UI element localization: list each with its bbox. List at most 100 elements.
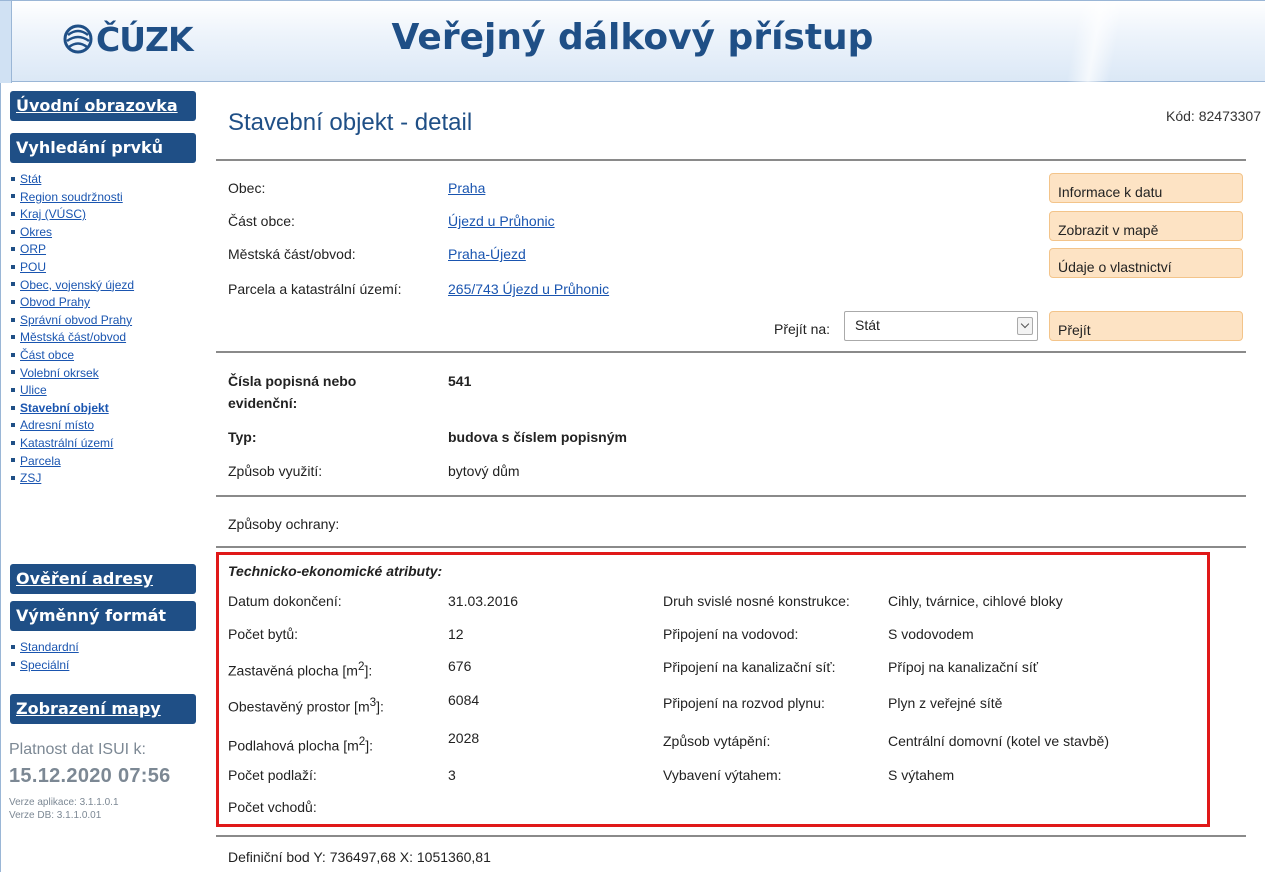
sidebar-item-cast-obce[interactable]: Část obce [11,347,134,365]
bullet-icon [11,387,15,392]
exchange-items-list: Standardní Speciální [11,639,79,674]
main-content: Stavební objekt - detail Kód: 82473307 O… [216,83,1265,872]
completion-label: Datum dokončení: [228,593,342,609]
built-area-label: Zastavěná plocha [m2]: [228,660,373,679]
ownership-button[interactable]: Údaje o vlastnictví [1049,248,1243,278]
bullet-icon [11,335,15,340]
bullet-icon [11,264,15,269]
gas-value: Plyn z veřejné sítě [888,695,1003,711]
bullet-icon [11,458,15,463]
bullet-icon [11,229,15,234]
volume-label: Obestavěný prostor [m3]: [228,696,384,715]
numbers-label-line1: Čísla popisná nebo [228,373,357,389]
divider [216,546,1246,548]
page-header: ČÚZK Veřejný dálkový přístup [0,0,1265,83]
cast-obce-label: Část obce: [228,213,295,229]
construction-label: Druh svislé nosné konstrukce: [663,593,850,609]
sidebar-item-region[interactable]: Region soudržnosti [11,189,134,207]
usage-label: Způsob využití: [228,463,323,479]
sidebar-map-view-link[interactable]: Zobrazení mapy [10,694,196,724]
sidebar-item-parcela[interactable]: Parcela [11,453,134,471]
cast-obce-link[interactable]: Újezd u Průhonic [448,213,555,229]
chevron-down-icon[interactable] [1017,317,1033,335]
validity-label: Platnost dat ISUI k: [9,741,146,758]
water-value: S vodovodem [888,626,974,642]
sidebar-item-stat[interactable]: Stát [11,171,134,189]
type-label: Typ: [228,429,257,445]
goto-selected-value: Stát [855,317,880,333]
sewer-label: Připojení na kanalizační síť: [663,659,836,675]
parcela-link[interactable]: 265/743 Újezd u Průhonic [448,281,609,297]
divider [216,159,1246,161]
info-button[interactable]: Informace k datu [1049,173,1243,203]
entrances-label: Počet vchodů: [228,799,317,815]
goto-label: Přejít na: [774,321,831,337]
sidebar-item-spravni-obvod[interactable]: Správní obvod Prahy [11,312,134,330]
floor-area-value: 2028 [448,730,480,746]
sidebar-item-adresni-misto[interactable]: Adresní místo [11,417,134,435]
sidebar-item-obec[interactable]: Obec, vojenský újezd [11,277,134,295]
sidebar-item-ulice[interactable]: Ulice [11,382,134,400]
divider [216,351,1246,353]
sidebar-item-katastralni-uzemi[interactable]: Katastrální území [11,435,134,453]
construction-value: Cihly, tvárnice, cihlové bloky [888,593,1063,609]
goto-select[interactable]: Stát [844,311,1038,341]
bullet-icon [11,194,15,199]
sidebar-item-volebni-okrsek[interactable]: Volební okrsek [11,365,134,383]
bullet-icon [11,247,15,252]
heating-label: Způsob vytápění: [663,733,771,749]
sidebar-item-stavebni-objekt[interactable]: Stavební objekt [11,400,134,418]
type-value: budova s číslem popisným [448,429,627,445]
mestska-cast-link[interactable]: Praha-Újezd [448,246,526,262]
gas-label: Připojení na rozvod plynu: [663,695,825,711]
sidebar-address-check-link[interactable]: Ověření adresy [10,564,196,594]
object-code: Kód: 82473307 [1166,108,1261,124]
built-area-value: 676 [448,658,472,674]
bullet-icon [11,475,15,480]
sidebar-item-mestska-cast[interactable]: Městská část/obvod [11,329,134,347]
numbers-label-line2: evidenční: [228,395,298,411]
sidebar-item-okres[interactable]: Okres [11,224,134,242]
flats-label: Počet bytů: [228,626,299,642]
numbers-value: 541 [448,373,472,389]
divider [216,495,1246,497]
bullet-icon [11,352,15,357]
heating-value: Centrální domovní (kotel ve stavbě) [888,733,1109,749]
bullet-icon [11,644,15,649]
site-title: Veřejný dálkový přístup [391,17,874,58]
lift-value: S výtahem [888,767,955,783]
sidebar-exchange-heading: Výměnný formát [10,601,196,631]
search-items-list: Stát Region soudržnosti Kraj (VÚSC) Okre… [11,171,134,488]
validity-date: 15.12.2020 07:56 [9,765,171,787]
lift-label: Vybavení výtahem: [663,767,782,783]
bullet-icon [11,405,15,410]
floors-value: 3 [448,767,456,783]
sidebar-item-zsj[interactable]: ZSJ [11,470,134,488]
sidebar-intro-link[interactable]: Úvodní obrazovka [10,91,196,121]
bullet-icon [11,440,15,445]
bullet-icon [11,212,15,217]
usage-value: bytový dům [448,463,520,479]
water-label: Připojení na vodovod: [663,626,799,642]
parcela-label: Parcela a katastrální území: [228,281,402,297]
sewer-value: Přípoj na kanalizační síť [888,659,1038,675]
floor-area-label: Podlahová plocha [m2]: [228,735,374,754]
sidebar-item-pou[interactable]: POU [11,259,134,277]
go-button[interactable]: Přejít [1049,311,1243,341]
divider [216,835,1246,837]
bullet-icon [11,282,15,287]
sidebar-item-kraj[interactable]: Kraj (VÚSC) [11,206,134,224]
sidebar-item-standardni[interactable]: Standardní [11,639,79,657]
db-version: Verze DB: 3.1.1.0.01 [9,810,102,821]
mestska-cast-label: Městská část/obvod: [228,246,356,262]
obec-link[interactable]: Praha [448,180,485,196]
bullet-icon [11,662,15,667]
sidebar-item-orp[interactable]: ORP [11,241,134,259]
show-map-button[interactable]: Zobrazit v mapě [1049,211,1243,241]
sidebar-item-obvod-prahy[interactable]: Obvod Prahy [11,294,134,312]
bullet-icon [11,317,15,322]
floors-label: Počet podlaží: [228,767,317,783]
sidebar-search-heading: Vyhledání prvků [10,133,196,163]
bullet-icon [11,423,15,428]
sidebar-item-specialni[interactable]: Speciální [11,657,79,675]
